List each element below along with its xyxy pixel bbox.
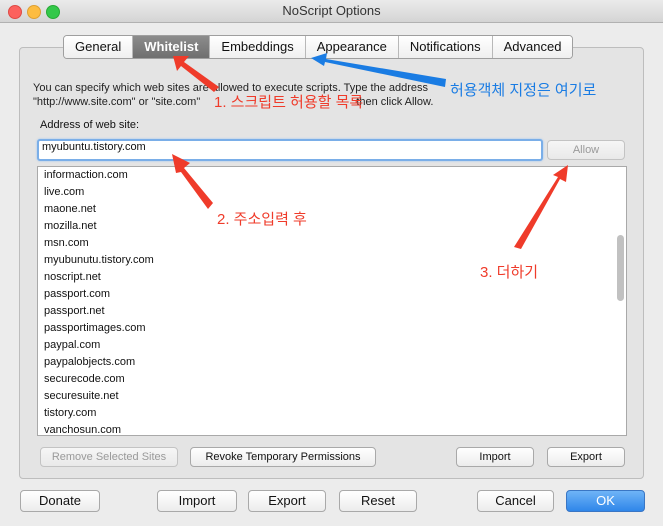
list-item[interactable]: tistory.com <box>38 405 626 422</box>
allow-button[interactable]: Allow <box>547 140 625 160</box>
list-item[interactable]: vanchosun.com <box>38 422 626 435</box>
ok-button[interactable]: OK <box>566 490 645 512</box>
whitelist-export-button[interactable]: Export <box>547 447 625 467</box>
donate-button[interactable]: Donate <box>20 490 100 512</box>
title-bar: NoScript Options <box>0 0 663 23</box>
noscript-options-window: NoScript Options General Whitelist Embed… <box>0 0 663 526</box>
whitelist-sites-list[interactable]: informaction.com live.com maone.net mozilla… <box>37 166 627 436</box>
window-title: NoScript Options <box>282 3 381 18</box>
whitelist-import-button[interactable]: Import <box>456 447 534 467</box>
tab-general[interactable]: General <box>64 36 134 58</box>
list-item[interactable]: paypal.com <box>38 337 626 354</box>
tab-embeddings[interactable]: Embeddings <box>210 36 306 58</box>
list-item[interactable]: passport.com <box>38 286 626 303</box>
tab-whitelist[interactable]: Whitelist <box>133 36 211 58</box>
list-item[interactable]: live.com <box>38 184 626 201</box>
address-input[interactable]: myubuntu.tistory.com <box>37 139 543 161</box>
description-line-2-end: then click Allow. <box>356 96 434 108</box>
description-line-2-start: "http://www.site.com" or "site.com" <box>33 96 201 108</box>
export-button[interactable]: Export <box>248 490 326 512</box>
annotation-step1: 1. 스크립트 허용할 목록 <box>214 94 364 111</box>
tab-notifications[interactable]: Notifications <box>398 36 493 58</box>
address-label: Address of web site: <box>40 119 140 131</box>
list-scrollbar-thumb[interactable] <box>617 235 624 301</box>
remove-selected-sites-button[interactable]: Remove Selected Sites <box>40 447 178 467</box>
list-item[interactable]: informaction.com <box>38 167 626 184</box>
annotation-embeddings: 허용객체 지정은 여기로 <box>450 82 597 99</box>
list-item[interactable]: mozilla.net <box>38 218 626 235</box>
list-item[interactable]: securecode.com <box>38 371 626 388</box>
reset-button[interactable]: Reset <box>339 490 417 512</box>
list-item[interactable]: msn.com <box>38 235 626 252</box>
tab-bar: General Whitelist Embeddings Appearance … <box>63 35 574 59</box>
list-item[interactable]: maone.net <box>38 201 626 218</box>
list-item[interactable]: paypalobjects.com <box>38 354 626 371</box>
site-list-items: informaction.com live.com maone.net mozilla… <box>38 167 626 435</box>
revoke-temporary-permissions-button[interactable]: Revoke Temporary Permissions <box>190 447 376 467</box>
list-item[interactable]: securesuite.net <box>38 388 626 405</box>
annotation-step2: 2. 주소입력 후 <box>217 211 307 228</box>
tab-advanced[interactable]: Advanced <box>492 36 573 58</box>
cancel-button[interactable]: Cancel <box>477 490 554 512</box>
tab-appearance[interactable]: Appearance <box>305 36 399 58</box>
list-item[interactable]: passport.net <box>38 303 626 320</box>
list-item[interactable]: passportimages.com <box>38 320 626 337</box>
import-button[interactable]: Import <box>157 490 237 512</box>
annotation-step3: 3. 더하기 <box>480 264 539 281</box>
